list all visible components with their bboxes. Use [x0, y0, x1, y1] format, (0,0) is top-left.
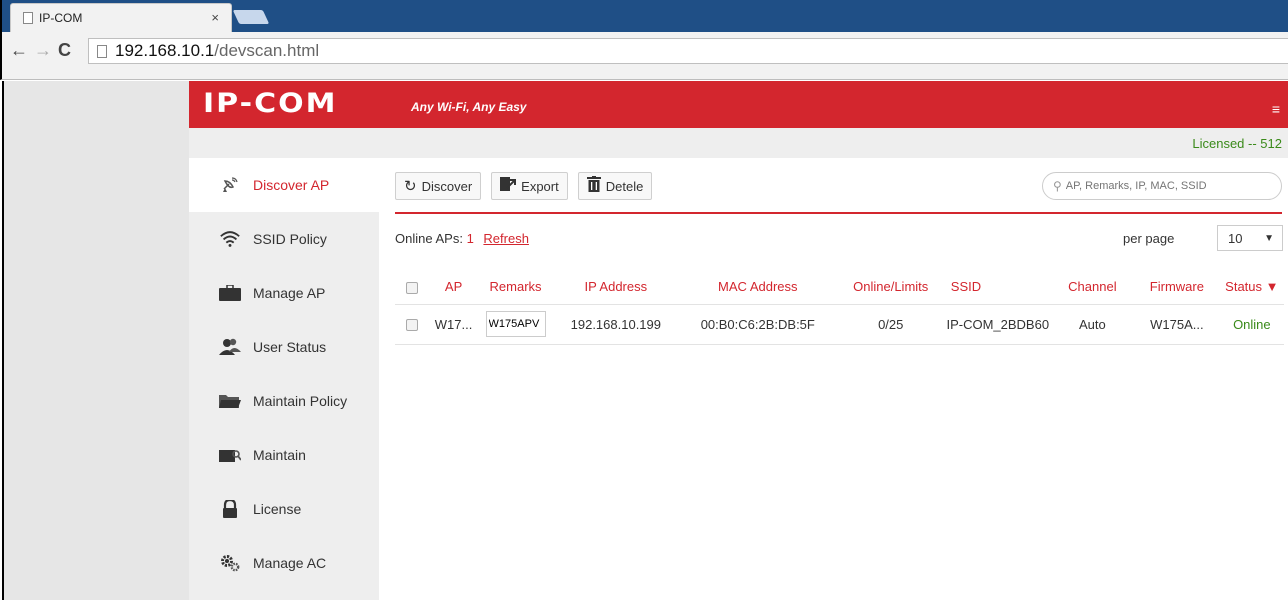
online-aps: Online APs: 1 Refresh [395, 231, 529, 246]
online-label: Online APs: [395, 231, 463, 246]
delete-label: Detele [605, 178, 644, 194]
page-icon [97, 44, 107, 58]
license-bar: Licensed -- 512 [189, 128, 1288, 158]
sidebar-item-label: User Status [253, 339, 327, 355]
app-header: IP-COM Any Wi-Fi, Any Easy ≡ [189, 81, 1288, 128]
toolbar: ↻ Discover Export Detele [395, 172, 653, 204]
address-bar: ← → C 192.168.10.1/devscan.html [0, 32, 1288, 80]
cell-status: Online [1219, 304, 1284, 345]
browser-tab[interactable]: IP-COM × [10, 3, 232, 32]
briefcase-icon [219, 284, 241, 302]
chevron-down-icon: ▼ [1264, 232, 1274, 244]
column-header-mac[interactable]: MAC Address [678, 270, 837, 305]
table-header-row: AP Remarks IP Address MAC Address Online… [395, 270, 1284, 305]
close-tab-icon[interactable]: × [211, 10, 219, 25]
sidebar-item-ssid-policy[interactable]: SSID Policy [189, 212, 379, 266]
back-arrow-icon[interactable]: ← [10, 40, 28, 61]
cell-mac: 00:B0:C6:2B:DB:5F [678, 304, 837, 345]
per-page-value: 10 [1228, 230, 1243, 246]
per-page-label: per page [1123, 231, 1175, 246]
column-header-channel[interactable]: Channel [1050, 270, 1135, 305]
main-panel: ↻ Discover Export Detele ⚲ Online APs: 1… [379, 158, 1288, 600]
discover-label: Discover [421, 178, 473, 194]
search-icon: ⚲ [1053, 179, 1062, 193]
users-icon [219, 338, 241, 356]
export-button[interactable]: Export [491, 172, 568, 200]
url-host: 192.168.10.1 [115, 41, 215, 60]
satellite-icon [219, 176, 241, 194]
search-input[interactable] [1065, 180, 1266, 192]
gears-icon [219, 554, 241, 572]
menu-icon[interactable]: ≡ [1272, 101, 1280, 117]
page-margin [2, 81, 189, 600]
refresh-link[interactable]: Refresh [483, 231, 529, 246]
cell-firmware: W175A... [1134, 304, 1220, 345]
row-checkbox[interactable] [405, 319, 418, 332]
column-header-status[interactable]: Status ▼ [1219, 270, 1284, 305]
select-all-checkbox[interactable] [405, 281, 418, 294]
license-status: Licensed -- 512 [1192, 136, 1282, 151]
sidebar-item-label: Maintain Policy [253, 393, 348, 409]
online-count: 1 [466, 231, 474, 246]
sidebar-item-label: Discover AP [253, 177, 330, 193]
ap-table: AP Remarks IP Address MAC Address Online… [395, 270, 1284, 345]
maintain-icon [219, 446, 241, 464]
sidebar-item-label: Manage AP [253, 285, 326, 301]
sidebar-item-maintain-policy[interactable]: Maintain Policy [189, 374, 379, 428]
sidebar-item-label: Maintain [253, 447, 306, 463]
select-all-cell [395, 270, 429, 305]
column-header-ip[interactable]: IP Address [552, 270, 679, 305]
column-header-firmware[interactable]: Firmware [1134, 270, 1220, 305]
per-page-select[interactable]: 10 ▼ [1217, 225, 1283, 251]
sidebar-item-manage-ap[interactable]: Manage AP [189, 266, 379, 320]
tab-title: IP-COM [39, 11, 83, 25]
column-header-ap[interactable]: AP [428, 270, 479, 305]
forward-arrow-icon[interactable]: → [34, 40, 52, 61]
page-icon [23, 12, 33, 24]
browser-tab-bar: IP-COM × [0, 0, 1288, 32]
url-path: /devscan.html [214, 41, 320, 60]
column-header-ssid[interactable]: SSID [944, 270, 1051, 305]
reload-icon[interactable]: C [58, 40, 71, 61]
sidebar-item-maintain[interactable]: Maintain [189, 428, 379, 482]
trash-icon [586, 176, 601, 196]
delete-button[interactable]: Detele [577, 172, 653, 200]
sidebar-item-label: Manage AC [253, 555, 327, 571]
sidebar-item-discover-ap[interactable]: Discover AP [189, 158, 379, 212]
url-field[interactable]: 192.168.10.1/devscan.html [88, 38, 1288, 64]
cell-ip: 192.168.10.199 [552, 304, 679, 345]
row-select-cell [395, 304, 429, 345]
sidebar-item-label: SSID Policy [253, 231, 327, 247]
cell-online-limits: 0/25 [836, 304, 945, 345]
folder-icon [219, 392, 241, 410]
search-box[interactable]: ⚲ [1042, 172, 1282, 200]
wifi-icon [219, 230, 241, 248]
cell-ap: W17... [428, 304, 479, 345]
sidebar-item-license[interactable]: License [189, 482, 379, 536]
sidebar-item-user-status[interactable]: User Status [189, 320, 379, 374]
divider [395, 212, 1282, 214]
logo: IP-COM [203, 87, 338, 120]
new-tab-button[interactable] [232, 10, 270, 24]
cell-ssid: IP-COM_2BDB60 [944, 304, 1051, 345]
refresh-icon: ↻ [404, 178, 417, 195]
column-header-online-limits[interactable]: Online/Limits [836, 270, 945, 305]
sidebar-item-label: License [253, 501, 302, 517]
tagline: Any Wi-Fi, Any Easy [411, 100, 527, 114]
table-row[interactable]: W17... 192.168.10.199 00:B0:C6:2B:DB:5F … [395, 304, 1284, 345]
discover-button[interactable]: ↻ Discover [395, 172, 482, 200]
export-icon [500, 177, 517, 195]
export-label: Export [521, 178, 559, 194]
column-header-remarks[interactable]: Remarks [478, 270, 553, 305]
cell-channel: Auto [1050, 304, 1135, 345]
remarks-input[interactable] [485, 311, 546, 337]
cell-remarks [478, 304, 553, 345]
sidebar: Discover AP SSID Policy Manage AP User S… [189, 158, 379, 600]
lock-icon [219, 500, 241, 518]
sidebar-item-manage-ac[interactable]: Manage AC [189, 536, 379, 590]
